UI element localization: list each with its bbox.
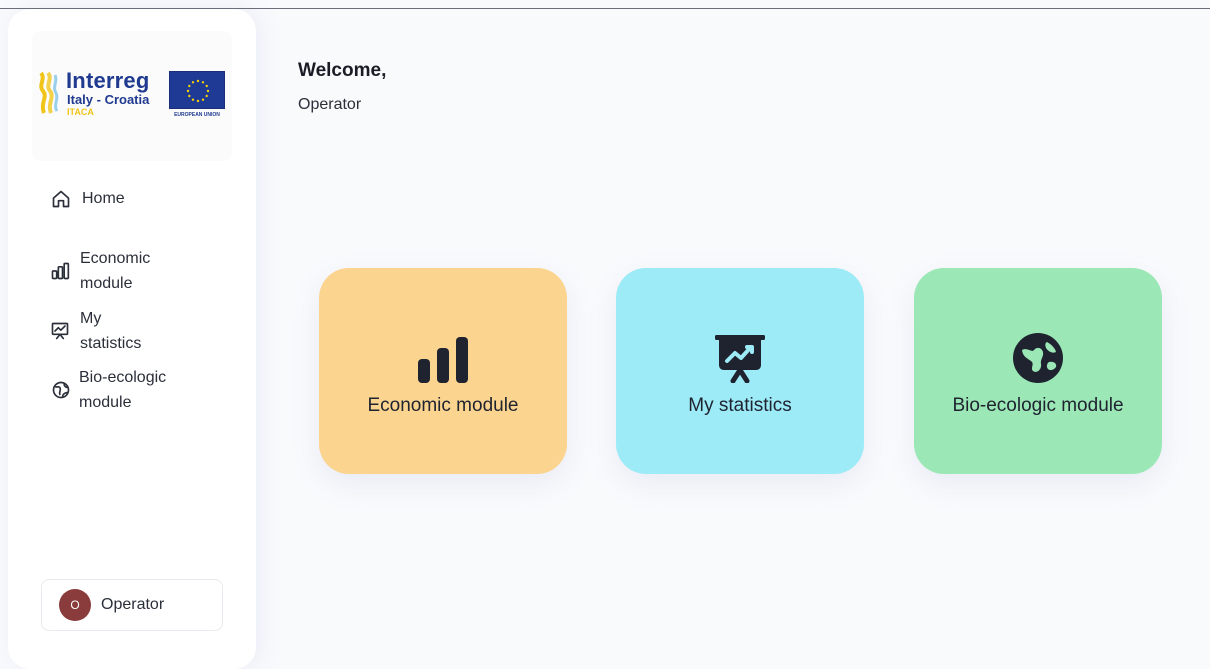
logo-region: Italy - Croatia [67, 92, 150, 107]
sidebar-item-my-statistics[interactable]: My statistics [50, 306, 143, 356]
globe-icon [1013, 331, 1063, 383]
logo-brand: Interreg [66, 68, 150, 93]
page-title: Welcome, [298, 60, 387, 81]
logo[interactable]: Interreg Italy - Croatia ITACA EUROPEAN … [32, 31, 232, 161]
eu-label: EUROPEAN UNION [174, 112, 220, 118]
user-name: Operator [101, 596, 165, 613]
home-icon [50, 188, 72, 210]
sidebar-item-label: My statistics [80, 310, 142, 352]
card-label: Bio-ecologic module [952, 395, 1124, 416]
logo-project: ITACA [67, 107, 94, 117]
welcome-user-name: Operator [298, 96, 362, 113]
sidebar-item-label: Home [82, 190, 125, 207]
sidebar-item-label: Bio-ecologic module [79, 369, 167, 411]
economic-module-card[interactable]: Economic module [319, 268, 567, 474]
presentation-chart-icon [50, 320, 70, 342]
sidebar-item-label: Economic module [80, 250, 151, 292]
sidebar-item-economic-module[interactable]: Economic module [50, 246, 152, 296]
card-label: Economic module [367, 395, 519, 416]
my-statistics-card[interactable]: My statistics [616, 268, 864, 474]
sidebar-item-home[interactable]: Home [50, 186, 125, 211]
eu-flag-icon [169, 71, 225, 109]
presentation-chart-icon [715, 331, 765, 383]
user-profile-button[interactable]: O Operator [41, 579, 223, 631]
bio-ecologic-module-card[interactable]: Bio-ecologic module [914, 268, 1162, 474]
globe-icon [50, 379, 72, 401]
bar-chart-icon [417, 331, 469, 383]
bar-chart-icon [50, 260, 70, 282]
avatar: O [59, 589, 91, 621]
sidebar: Interreg Italy - Croatia ITACA EUROPEAN … [8, 9, 256, 669]
sidebar-item-bio-ecologic-module[interactable]: Bio-ecologic module [50, 365, 199, 415]
interreg-waves-icon [39, 71, 59, 114]
card-label: My statistics [688, 395, 792, 416]
